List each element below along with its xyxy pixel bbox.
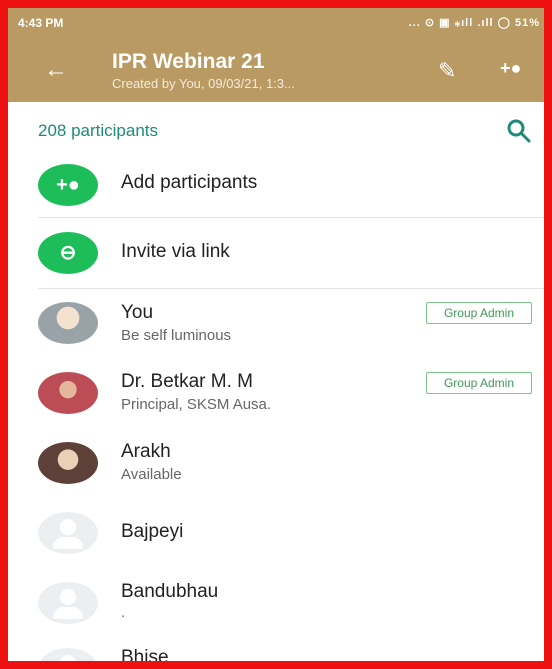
invite-link-row[interactable]: ⊖ Invite via link <box>8 218 544 288</box>
participant-row[interactable]: Arakh Available <box>8 430 544 500</box>
participant-status: Be self luminous <box>121 327 232 344</box>
group-title[interactable]: IPR Webinar 21 <box>112 50 265 74</box>
participant-status: Principal, SKSM Ausa. <box>121 396 272 413</box>
status-time: 4:43 PM <box>18 16 64 30</box>
avatar <box>38 372 98 414</box>
participant-row[interactable]: Bhise <box>8 640 544 668</box>
participant-status: Available <box>121 466 182 483</box>
participant-name: You <box>121 302 154 323</box>
participant-row[interactable]: Dr. Betkar M. M Principal, SKSM Ausa. Gr… <box>8 360 544 430</box>
default-avatar-icon <box>38 648 98 661</box>
participant-row[interactable]: Bajpeyi <box>8 500 544 570</box>
status-icons: ... ⊙ ▣ ⁎ıll .ıll ◯ 51% <box>408 17 540 29</box>
avatar <box>38 442 98 484</box>
participant-name: Bajpeyi <box>121 521 184 542</box>
group-admin-badge: Group Admin <box>426 372 532 394</box>
group-subtitle: Created by You, 09/03/21, 1:3... <box>112 76 295 91</box>
add-person-icon: +● <box>38 164 98 206</box>
participant-name: Bhise <box>121 647 169 668</box>
default-avatar-icon <box>38 582 98 624</box>
action-label: Invite via link <box>121 241 230 262</box>
avatar <box>38 302 98 344</box>
pencil-icon[interactable]: ✎ <box>438 58 456 84</box>
group-admin-badge: Group Admin <box>426 302 532 324</box>
search-icon[interactable] <box>504 116 534 146</box>
arrow-left-icon[interactable]: ← <box>44 58 68 82</box>
participant-count: 208 participants <box>38 121 159 140</box>
add-person-icon[interactable]: +● <box>500 58 521 79</box>
group-header: ← IPR Webinar 21 Created by You, 09/03/2… <box>8 38 544 102</box>
link-icon: ⊖ <box>38 232 98 274</box>
add-participants-row[interactable]: +● Add participants <box>8 152 544 218</box>
participant-name: Bandubhau <box>121 581 219 602</box>
participant-row[interactable]: Bandubhau . <box>8 570 544 640</box>
participant-name: Dr. Betkar M. M <box>121 371 253 392</box>
participant-name: Arakh <box>121 441 171 462</box>
participant-status: . <box>121 604 126 621</box>
participant-row[interactable]: You Be self luminous Group Admin <box>8 290 544 360</box>
default-avatar-icon <box>38 512 98 554</box>
screen-frame: 4:43 PM ... ⊙ ▣ ⁎ıll .ıll ◯ 51% ← IPR We… <box>0 0 552 669</box>
status-bar: 4:43 PM ... ⊙ ▣ ⁎ıll .ıll ◯ 51% <box>8 8 544 38</box>
action-label: Add participants <box>121 172 258 193</box>
divider <box>38 288 544 289</box>
